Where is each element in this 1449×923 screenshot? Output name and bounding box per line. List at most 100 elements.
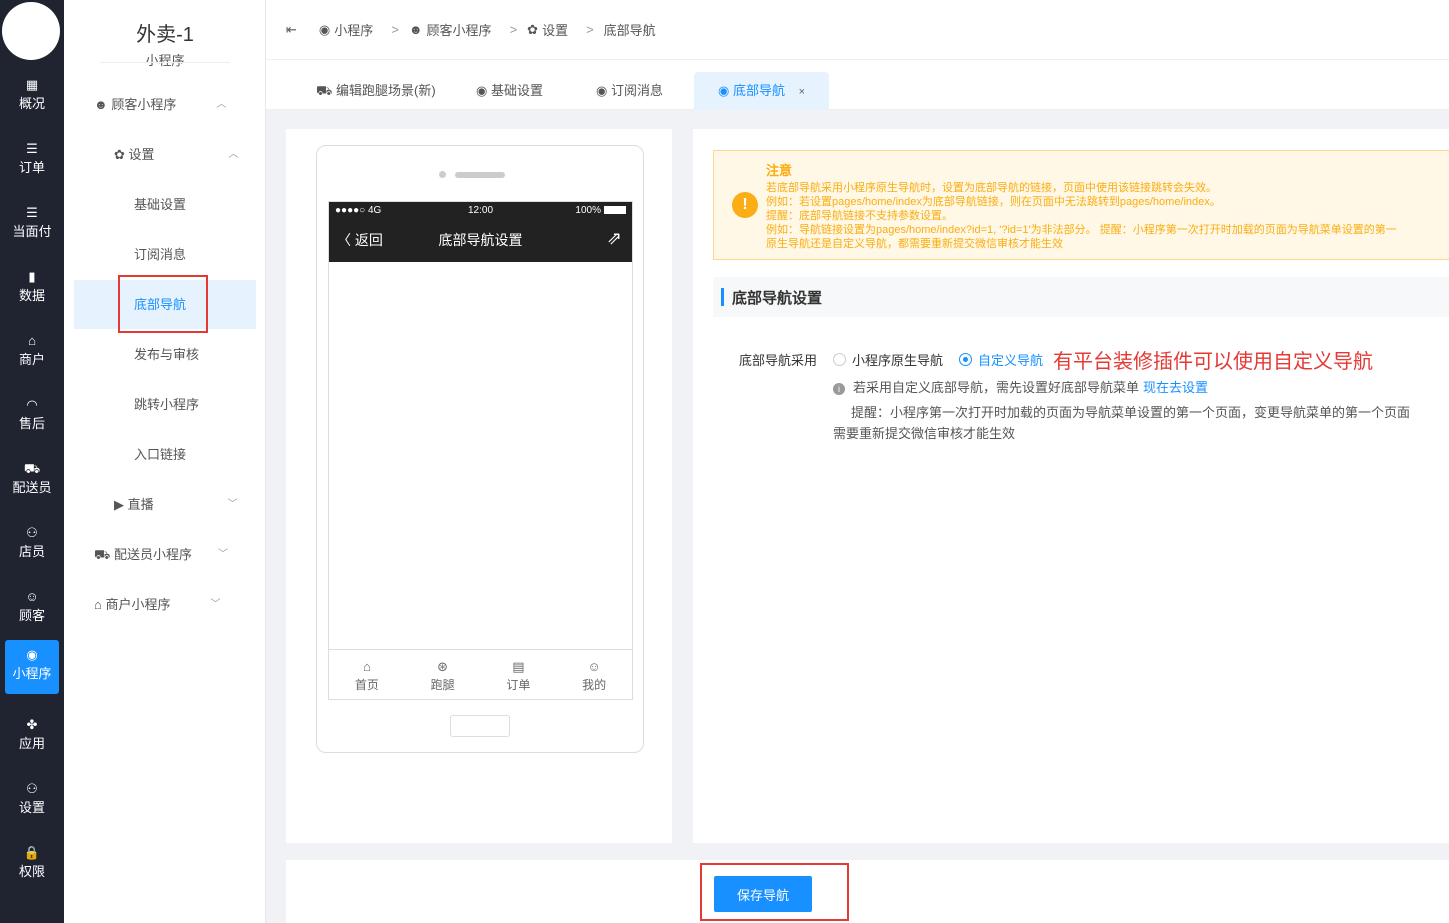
notice-line: 原生导航还是自定义导航，都需要重新提交微信审核才能生效 <box>766 238 1063 250</box>
sidebar-item-entry-link[interactable]: 入口链接 <box>134 444 186 466</box>
dashboard-icon: ▦ <box>25 77 39 92</box>
scooter-icon: ⛟ <box>94 547 111 562</box>
breadcrumb: ⇤ ◉ 小程序 > ☻ 顾客小程序 > ✿ 设置 > 底部导航 <box>286 20 656 39</box>
section-accent <box>721 288 724 306</box>
rail-item-permissions[interactable]: 🔒 权限 <box>0 836 64 896</box>
option-custom-label[interactable]: 自定义导航 <box>978 350 1043 369</box>
wechat-icon: ◉ <box>718 83 730 98</box>
radio-native[interactable] <box>833 353 847 366</box>
sidebar-item-subscribe[interactable]: 订阅消息 <box>134 244 186 266</box>
breadcrumb-settings[interactable]: 设置 <box>542 20 568 39</box>
lock-icon: 🔒 <box>23 845 41 860</box>
custom-nav-hint: i 若采用自定义底部导航，需先设置好底部导航菜单 现在去设置 <box>833 377 1208 396</box>
chevron-up-icon: ︿ <box>216 99 227 110</box>
user-circle-icon: ☻ <box>408 22 423 37</box>
field-label: 底部导航采用 <box>739 353 818 368</box>
sidebar-item-jump[interactable]: 跳转小程序 <box>134 394 199 416</box>
sidebar-item-rider-mini[interactable]: ⛟ 配送员小程序 ﹀ <box>94 544 228 566</box>
user-circle-icon: ☻ <box>94 97 108 112</box>
phone-tab-home: ⌂ 首页 <box>329 650 405 699</box>
notice-line: 例如：若设置pages/home/index为底部导航链接，则在页面中无法跳转到… <box>766 196 1221 208</box>
phone-frame: ●●●●○ 4G 12:00 100% 底部导航设置 〈 返回 ⇗ ⌂ 首页 ⊛… <box>316 145 644 753</box>
phone-tab-mine: ☺ 我的 <box>556 650 632 699</box>
divider <box>100 62 230 63</box>
app-title: 外卖-1 <box>136 24 194 46</box>
sidebar-item-customer-mini[interactable]: ☻ 顾客小程序 ︿ <box>94 94 226 116</box>
rail-item-mini-program[interactable]: ◉ 小程序 <box>5 640 59 694</box>
chevron-down-icon: ﹀ <box>218 549 228 560</box>
phone-back-button: 〈 返回 <box>337 232 383 248</box>
sidebar-item-publish[interactable]: 发布与审核 <box>134 344 199 366</box>
breadcrumb-customer-mini[interactable]: 顾客小程序 <box>427 20 492 39</box>
camera-dot <box>439 171 446 178</box>
notice-line: 若底部导航采用小程序原生导航时，设置为底部导航的链接，页面中使用该链接跳转会失效… <box>766 182 1217 194</box>
sidebar-item-settings[interactable]: ✿ 设置 ︿ <box>114 144 239 166</box>
rail-item-after-sales[interactable]: ◠ 售后 <box>0 388 64 448</box>
rail-item-rider[interactable]: ⛟ 配送员 <box>0 452 64 512</box>
user-circle-icon: ☺ <box>25 589 39 604</box>
tab-edit-errand[interactable]: ⛟ 编辑跑腿场景(新) <box>292 72 460 110</box>
rail-item-orders[interactable]: ☰ 订单 <box>0 132 64 192</box>
notice-box: ! 注意 若底部导航采用小程序原生导航时，设置为底部导航的链接，页面中使用该链接… <box>713 150 1449 260</box>
user-circle-icon: ☺ <box>587 659 601 674</box>
scooter-icon: ⛟ <box>23 461 41 476</box>
rail-item-staff[interactable]: ⚇ 店员 <box>0 516 64 576</box>
radio-custom[interactable] <box>959 353 973 366</box>
collapse-menu-icon[interactable]: ⇤ <box>286 22 297 38</box>
users-icon: ⚇ <box>26 525 38 540</box>
home-icon: ⌂ <box>362 659 371 674</box>
section-header: 底部导航设置 <box>713 277 1449 317</box>
tab-basic-settings[interactable]: ◉ 基础设置 <box>452 72 567 110</box>
preview-panel: ●●●●○ 4G 12:00 100% 底部导航设置 〈 返回 ⇗ ⌂ 首页 ⊛… <box>286 129 672 843</box>
rail-item-merchant[interactable]: ⌂ 商户 <box>0 324 64 384</box>
nav-type-row: 底部导航采用 小程序原生导航 自定义导航 有平台装修插件可以使用自定义导航 <box>739 345 1373 374</box>
rail-item-overview[interactable]: ▦ 概况 <box>0 68 64 128</box>
chevron-down-icon: ﹀ <box>227 499 238 510</box>
wechat-icon: ◉ <box>26 647 38 662</box>
video-icon: ▶ <box>114 497 124 512</box>
go-setup-link[interactable]: 现在去设置 <box>1143 380 1208 395</box>
tab-subscribe[interactable]: ◉ 订阅消息 <box>572 72 687 110</box>
breadcrumb-mini-program[interactable]: 小程序 <box>334 20 373 39</box>
wechat-icon: ◉ <box>318 21 331 37</box>
phone-status-bar: ●●●●○ 4G 12:00 100% 底部导航设置 〈 返回 ⇗ <box>329 202 632 262</box>
chevron-up-icon: ︿ <box>228 149 239 160</box>
info-icon: i <box>833 383 845 395</box>
settings-panel: ! 注意 若底部导航采用小程序原生导航时，设置为底部导航的链接，页面中使用该链接… <box>693 129 1449 843</box>
store-icon: ⌂ <box>94 597 102 612</box>
app-subtitle: 小程序 <box>145 53 185 68</box>
rail-item-data[interactable]: ▮ 数据 <box>0 260 64 320</box>
phone-tab-bar: ⌂ 首页 ⊛ 跑腿 ▤ 订单 ☺ 我的 <box>329 649 632 699</box>
warning-icon: ! <box>732 192 758 218</box>
home-key <box>450 715 510 737</box>
annotation-text: 有平台装修插件可以使用自定义导航 <box>1053 351 1374 373</box>
close-icon[interactable]: × <box>799 86 805 98</box>
tab-bottom-nav[interactable]: ◉ 底部导航 × <box>694 72 830 110</box>
rail-item-apps[interactable]: ✤ 应用 <box>0 708 64 768</box>
rail-item-face-pay[interactable]: ☰ 当面付 <box>0 196 64 256</box>
wechat-icon: ◉ <box>596 83 608 98</box>
header: ⇤ ◉ 小程序 > ☻ 顾客小程序 > ✿ 设置 > 底部导航 <box>266 0 1449 60</box>
list-icon: ☰ <box>26 205 38 220</box>
section-title: 底部导航设置 <box>732 290 823 307</box>
rail-item-customer[interactable]: ☺ 顾客 <box>0 580 64 640</box>
phone-tab-errand: ⊛ 跑腿 <box>405 650 481 699</box>
store-icon: ⌂ <box>28 333 36 348</box>
list-icon: ☰ <box>26 141 38 156</box>
avatar[interactable] <box>2 2 60 60</box>
highlight-box <box>118 275 208 333</box>
phone-tab-orders: ▤ 订单 <box>481 650 557 699</box>
errand-icon: ⊛ <box>437 659 449 674</box>
apps-icon: ✤ <box>26 717 38 732</box>
rail-item-settings[interactable]: ⚇ 设置 <box>0 772 64 832</box>
sidebar-item-merchant-mini[interactable]: ⌂ 商户小程序 ﹀ <box>94 594 221 616</box>
order-icon: ▤ <box>512 659 525 674</box>
option-native-label[interactable]: 小程序原生导航 <box>852 350 943 369</box>
notice-line: 提醒：底部导航链接不支持参数设置。 <box>766 210 953 222</box>
save-bar: 保存导航 <box>286 860 1449 923</box>
sidebar-item-basic-settings[interactable]: 基础设置 <box>134 194 186 216</box>
share-icon: ⇗ <box>606 228 622 248</box>
sidebar-item-live[interactable]: ▶ 直播 ﹀ <box>114 494 238 516</box>
chevron-down-icon: ﹀ <box>210 599 221 610</box>
main-rail: ▦ 概况 ☰ 订单 ☰ 当面付 ▮ 数据 ⌂ 商户 ◠ 售后 ⛟ 配送员 ⚇ 店… <box>0 0 64 923</box>
